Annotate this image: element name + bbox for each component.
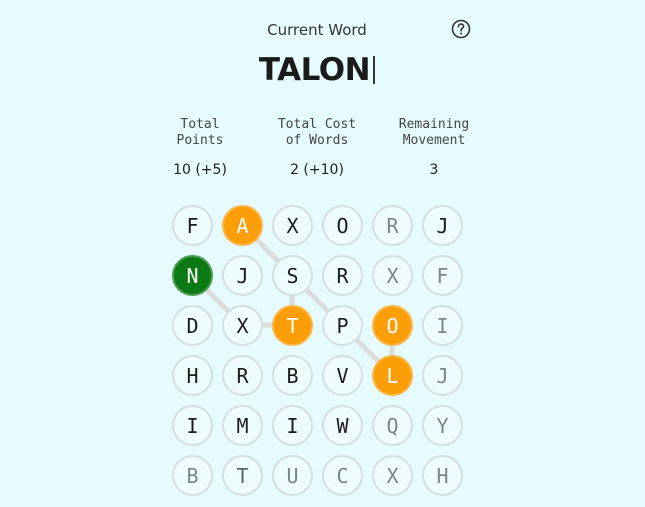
letter-board: FAXORJNJSRXFDXTPOIHRBVLJIMIWQYBTUCXH bbox=[0, 0, 645, 507]
letter-tile-r4-c5[interactable]: Y bbox=[422, 405, 463, 446]
letter-tile-r2-c3[interactable]: P bbox=[322, 305, 363, 346]
letter-tile-r1-c0[interactable]: N bbox=[172, 255, 213, 296]
letter-tile-r1-c4[interactable]: X bbox=[372, 255, 413, 296]
letter-tile-r4-c2[interactable]: I bbox=[272, 405, 313, 446]
letter-tile-r0-c2[interactable]: X bbox=[272, 205, 313, 246]
letter-tile-r2-c1[interactable]: X bbox=[222, 305, 263, 346]
letter-tile-r4-c4[interactable]: Q bbox=[372, 405, 413, 446]
letter-tile-r3-c5[interactable]: J bbox=[422, 355, 463, 396]
letter-tile-r4-c3[interactable]: W bbox=[322, 405, 363, 446]
letter-tile-r1-c5[interactable]: F bbox=[422, 255, 463, 296]
letter-tile-r3-c0[interactable]: H bbox=[172, 355, 213, 396]
letter-tile-r0-c5[interactable]: J bbox=[422, 205, 463, 246]
letter-tile-r0-c0[interactable]: F bbox=[172, 205, 213, 246]
letter-tile-r2-c0[interactable]: D bbox=[172, 305, 213, 346]
letter-tile-r5-c4[interactable]: X bbox=[372, 455, 413, 496]
letter-tile-r5-c1[interactable]: T bbox=[222, 455, 263, 496]
letter-tile-r4-c0[interactable]: I bbox=[172, 405, 213, 446]
letter-tile-r5-c0[interactable]: B bbox=[172, 455, 213, 496]
letter-tile-r0-c3[interactable]: O bbox=[322, 205, 363, 246]
letter-tile-r5-c5[interactable]: H bbox=[422, 455, 463, 496]
letter-tile-r5-c3[interactable]: C bbox=[322, 455, 363, 496]
letter-tile-r1-c2[interactable]: S bbox=[272, 255, 313, 296]
letter-tile-r1-c1[interactable]: J bbox=[222, 255, 263, 296]
letter-tile-r0-c4[interactable]: R bbox=[372, 205, 413, 246]
letter-tile-r1-c3[interactable]: R bbox=[322, 255, 363, 296]
letter-tile-r2-c5[interactable]: I bbox=[422, 305, 463, 346]
letter-tile-r3-c3[interactable]: V bbox=[322, 355, 363, 396]
letter-tile-r0-c1[interactable]: A bbox=[222, 205, 263, 246]
letter-tile-r3-c2[interactable]: B bbox=[272, 355, 313, 396]
letter-tile-r5-c2[interactable]: U bbox=[272, 455, 313, 496]
letter-tile-r3-c4[interactable]: L bbox=[372, 355, 413, 396]
letter-tile-r2-c4[interactable]: O bbox=[372, 305, 413, 346]
letter-tile-r3-c1[interactable]: R bbox=[222, 355, 263, 396]
letter-tile-r2-c2[interactable]: T bbox=[272, 305, 313, 346]
letter-tile-r4-c1[interactable]: M bbox=[222, 405, 263, 446]
